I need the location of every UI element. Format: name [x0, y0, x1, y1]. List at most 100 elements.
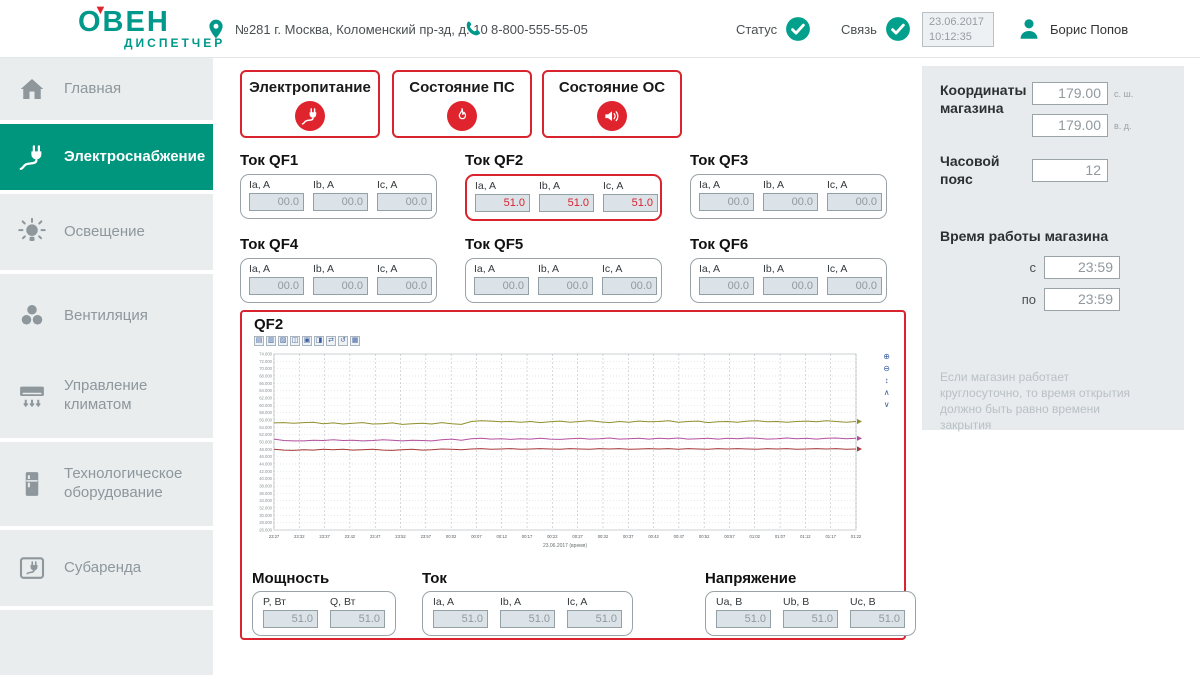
svg-text:74.000: 74.000 — [259, 352, 272, 357]
trend-toolbar-icon-5[interactable]: ▣ — [302, 336, 312, 346]
trend-control-icon-2[interactable]: ⊖ — [883, 364, 890, 373]
svg-text:50.000: 50.000 — [259, 440, 272, 445]
sidebar-item-1[interactable]: Главная — [0, 58, 213, 120]
measurement-field: Ic, A00.0 — [827, 179, 882, 211]
measure-panel-body: Ia, A51.0Ib, A51.0Ic, A51.0 — [422, 591, 633, 636]
measurement-field: Ia, A00.0 — [474, 263, 529, 295]
measurement-field: Ua, B51.0 — [716, 596, 771, 628]
field-value-input[interactable]: 00.0 — [538, 277, 593, 295]
field-value-input[interactable]: 00.0 — [602, 277, 657, 295]
alarm-button-3[interactable]: Состояние ОС — [542, 70, 682, 138]
field-value-input[interactable]: 51.0 — [539, 194, 594, 212]
measurement-field: Ic, A00.0 — [377, 263, 432, 295]
field-value-input[interactable]: 51.0 — [567, 610, 622, 628]
field-value-input[interactable]: 00.0 — [313, 277, 368, 295]
field-value-input[interactable]: 00.0 — [763, 193, 818, 211]
trend-toolbar-icon-9[interactable]: ▦ — [350, 336, 360, 346]
sidebar-filler — [0, 610, 213, 675]
sidebar-item-3[interactable]: Освещение — [0, 194, 213, 270]
alarm-button-1[interactable]: Электропитание — [240, 70, 380, 138]
trend-control-icon-1[interactable]: ⊕ — [883, 352, 890, 361]
trend-toolbar-icon-2[interactable]: ▥ — [266, 336, 276, 346]
trend-chart[interactable]: 74.00072.00070.00068.00066.00064.00062.0… — [250, 348, 882, 564]
field-label: Uc, B — [850, 596, 905, 608]
svg-text:23:52: 23:52 — [395, 534, 406, 539]
field-label: Ib, A — [313, 179, 368, 191]
trend-control-icon-4[interactable]: ∧ — [884, 388, 890, 397]
svg-text:32.000: 32.000 — [259, 506, 272, 511]
svg-text:23.06.2017 (время): 23.06.2017 (время) — [543, 543, 587, 549]
qf-panel-6: Ток QF6Ia, A00.0Ib, A00.0Ic, A00.0 — [690, 236, 887, 303]
qf2-trend-box: QF2 ▤▥▨◫▣◨⇄↺▦ 74.00072.00070.00068.00066… — [240, 310, 906, 640]
worktime-note: Если магазин работает круглосуточно, то … — [940, 369, 1154, 434]
field-value-input[interactable]: 00.0 — [313, 193, 368, 211]
sidebar-item-7[interactable]: Субаренда — [0, 530, 213, 606]
field-value-input[interactable]: 00.0 — [377, 193, 432, 211]
trend-zoom-controls: ⊕ ⊖ ↕ ∧ ∨ — [883, 352, 890, 409]
trend-toolbar-icon-4[interactable]: ◫ — [290, 336, 300, 346]
field-value-input[interactable]: 51.0 — [716, 610, 771, 628]
field-value-input[interactable]: 00.0 — [699, 193, 754, 211]
field-value-input[interactable]: 51.0 — [783, 610, 838, 628]
trend-toolbar-icon-1[interactable]: ▤ — [254, 336, 264, 346]
field-label: Q, Вт — [330, 596, 385, 608]
field-label: Ia, A — [475, 180, 530, 192]
field-value-input[interactable]: 51.0 — [475, 194, 530, 212]
field-label: Ia, A — [249, 263, 304, 275]
svg-text:23:27: 23:27 — [269, 534, 280, 539]
trend-toolbar-icon-3[interactable]: ▨ — [278, 336, 288, 346]
worktime-from-input[interactable]: 23:59 — [1044, 256, 1120, 279]
sublease-icon — [0, 553, 64, 583]
trend-control-icon-3[interactable]: ↕ — [885, 376, 889, 385]
sidebar-item-6[interactable]: Технологическое оборудование — [0, 442, 213, 526]
svg-text:46.000: 46.000 — [259, 454, 272, 459]
sidebar-item-5[interactable]: Управление климатом — [0, 354, 213, 438]
measurement-field: Ub, B51.0 — [783, 596, 838, 628]
sidebar-item-2[interactable]: Электроснабжение — [0, 124, 213, 190]
field-value-input[interactable]: 51.0 — [263, 610, 318, 628]
measurement-field: Uc, B 51.0 — [850, 596, 905, 628]
field-value-input[interactable]: 00.0 — [377, 277, 432, 295]
alarm-button-2[interactable]: Состояние ПС — [392, 70, 532, 138]
field-value-input[interactable]: 00.0 — [474, 277, 529, 295]
svg-text:23:47: 23:47 — [370, 534, 381, 539]
field-value-input[interactable]: 51.0 — [330, 610, 385, 628]
trend-control-icon-5[interactable]: ∨ — [884, 400, 890, 409]
sidebar-item-label: Главная — [64, 80, 121, 99]
measurement-field: Ic, A00.0 — [377, 179, 432, 211]
field-value-input[interactable]: 00.0 — [827, 193, 882, 211]
measurement-field: Ib, A00.0 — [763, 263, 818, 295]
field-value-input[interactable]: 00.0 — [827, 277, 882, 295]
field-value-input[interactable]: 00.0 — [249, 193, 304, 211]
field-value-input[interactable]: 51.0 — [850, 610, 905, 628]
svg-text:60.000: 60.000 — [259, 403, 272, 408]
longitude-input[interactable]: 179.00 — [1032, 114, 1108, 137]
header: ▼ ОВЕН ДИСПЕТЧЕР №281 г. Москва, Коломен… — [0, 0, 1200, 58]
sidebar-item-4[interactable]: Вентиляция — [0, 274, 213, 358]
field-value-input[interactable]: 00.0 — [249, 277, 304, 295]
latitude-input[interactable]: 179.00 — [1032, 82, 1108, 105]
timezone-input[interactable]: 12 — [1032, 159, 1108, 182]
field-value-input[interactable]: 00.0 — [699, 277, 754, 295]
plug-icon — [0, 142, 64, 172]
field-value-input[interactable]: 51.0 — [603, 194, 658, 212]
alarm-button-label: Состояние ПС — [394, 79, 530, 96]
field-value-input[interactable]: 51.0 — [500, 610, 555, 628]
measurement-field: Ia, A51.0 — [433, 596, 488, 628]
trend-toolbar-icon-6[interactable]: ◨ — [314, 336, 324, 346]
measure-panel-body: Ua, B51.0 Ub, B51.0 Uc, B 51.0 — [705, 591, 916, 636]
field-value-input[interactable]: 00.0 — [763, 277, 818, 295]
logo-brand: ОВЕН — [78, 6, 170, 38]
phone-number: 8-800-555-55-05 — [491, 22, 588, 37]
qf-panel-title: Ток QF2 — [465, 152, 662, 169]
svg-text:38.000: 38.000 — [259, 484, 272, 489]
field-value-input[interactable]: 51.0 — [433, 610, 488, 628]
qf-panel-title: Ток QF5 — [465, 236, 662, 253]
trend-toolbar-icon-8[interactable]: ↺ — [338, 336, 348, 346]
worktime-to-input[interactable]: 23:59 — [1044, 288, 1120, 311]
field-label: P, Вт — [263, 596, 318, 608]
trend-toolbar-icon-7[interactable]: ⇄ — [326, 336, 336, 346]
measure-panel-title: Мощность — [252, 570, 396, 587]
svg-text:00:12: 00:12 — [496, 534, 507, 539]
qf-panel-title: Ток QF3 — [690, 152, 887, 169]
